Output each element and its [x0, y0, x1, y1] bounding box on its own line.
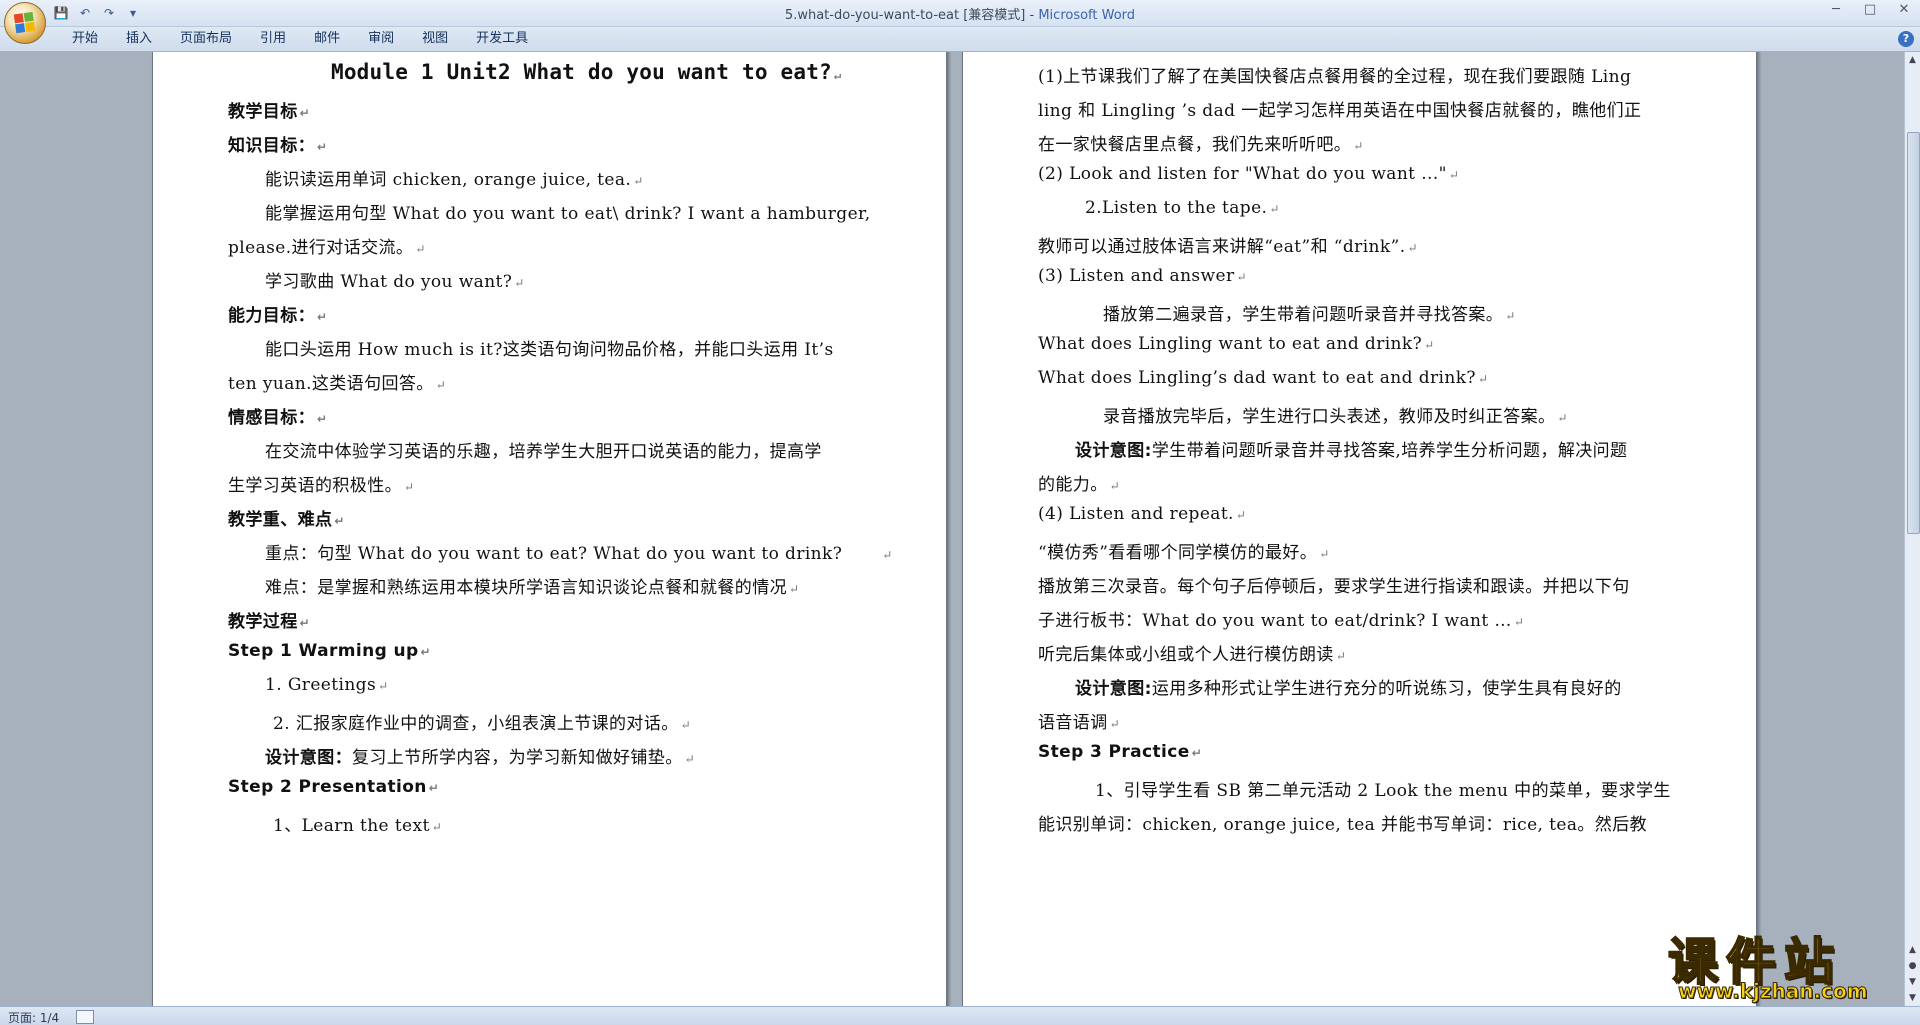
paragraph-line: What does Lingling’s dad want to eat and…: [1038, 368, 1489, 388]
paragraph-line: 播放第三次录音。每个句子后停顿后，要求学生进行指读和跟读。并把以下句: [1038, 577, 1630, 597]
paragraph-line: please.进行对话交流。 ↵: [228, 238, 426, 258]
ribbon-tabs: 开始 插入 页面布局 引用 邮件 审阅 视图 开发工具: [58, 30, 542, 48]
heading-step-3: Step 3 Practice ↵: [1038, 742, 1203, 762]
office-logo-icon: [13, 11, 37, 35]
tab-references[interactable]: 引用: [246, 30, 300, 48]
paragraph-line: (4) Listen and repeat. ↵: [1038, 504, 1247, 524]
watermark-url: www.kjzhan.com: [1678, 979, 1869, 1004]
paragraph-line: 教师可以通过肢体语言来讲解“eat”和 “drink”. ↵: [1038, 237, 1418, 257]
save-button[interactable]: 💾: [52, 4, 70, 22]
paragraph-line: 1、引导学生看 SB 第二单元活动 2 Look the menu 中的菜单，要…: [1095, 781, 1671, 801]
heading-key-points: 教学重、难点 ↵: [228, 510, 345, 530]
tab-mailings[interactable]: 邮件: [300, 30, 354, 48]
quick-access-toolbar: 💾 ↶ ↷ ▾: [52, 3, 142, 23]
paragraph-line: What does Lingling want to eat and drink…: [1038, 334, 1435, 354]
ribbon-tab-bar: 开始 插入 页面布局 引用 邮件 审阅 视图 开发工具 ?: [0, 27, 1920, 52]
paragraph-line: 2.Listen to the tape. ↵: [1085, 198, 1280, 218]
proofing-icon[interactable]: [76, 1010, 94, 1024]
paragraph-line: 在交流中体验学习英语的乐趣，培养学生大胆开口说英语的能力，提高学: [265, 442, 822, 462]
paragraph-line: ten yuan.这类语句回答。 ↵: [228, 374, 447, 394]
heading-step-1: Step 1 Warming up ↵: [228, 641, 432, 661]
document-workspace: Module 1 Unit2 What do you want to eat? ↵…: [0, 52, 1905, 1006]
paragraph-line: 播放第二遍录音，学生带着问题听录音并寻找答案。 ↵: [1103, 305, 1516, 325]
browse-object-icon[interactable]: ●: [1905, 958, 1920, 974]
design-intent-line: 设计意图：复习上节所学内容，为学习新知做好铺垫。 ↵: [265, 748, 696, 768]
help-icon[interactable]: ?: [1898, 31, 1914, 47]
site-watermark: 课件站 www.kjzhan.com: [1660, 922, 1900, 1004]
customize-qat-button[interactable]: ▾: [124, 4, 142, 22]
paragraph-line: 生学习英语的积极性。 ↵: [228, 476, 415, 496]
title-bar: 5.what-do-you-want-to-eat [兼容模式] - Micro…: [0, 0, 1920, 27]
paragraph-line: 语音语调 ↵: [1038, 713, 1121, 733]
heading-emotion-goals: 情感目标： ↵: [228, 408, 328, 428]
tab-view[interactable]: 视图: [408, 30, 462, 48]
paragraph-line: 能掌握运用句型 What do you want to eat\ drink? …: [265, 204, 871, 224]
heading-ability-goals: 能力目标： ↵: [228, 306, 328, 326]
tab-developer[interactable]: 开发工具: [462, 30, 542, 48]
tab-page-layout[interactable]: 页面布局: [166, 30, 246, 48]
document-page-2[interactable]: (1)上节课我们了解了在美国快餐店点餐用餐的全过程，现在我们要跟随 Ling l…: [962, 52, 1757, 1006]
heading-teaching-process: 教学过程 ↵: [228, 612, 311, 632]
scrollbar-thumb[interactable]: [1907, 132, 1920, 534]
paragraph-line: 能识读运用单词 chicken, orange juice, tea. ↵: [265, 170, 644, 190]
paragraph-line: 听完后集体或小组或个人进行模仿朗读 ↵: [1038, 645, 1347, 665]
list-item: 2. 汇报家庭作业中的调查，小组表演上节课的对话。 ↵: [273, 714, 692, 734]
paragraph-line: 在一家快餐店里点餐，我们先来听听吧。 ↵: [1038, 135, 1364, 155]
document-name: 5.what-do-you-want-to-eat [兼容模式] -: [784, 8, 1039, 23]
paragraph-line: 子进行板书：What do you want to eat/drink? I w…: [1038, 611, 1525, 631]
document-title: Module 1 Unit2 What do you want to eat? ↵: [331, 60, 842, 84]
paragraph-line: 学习歌曲 What do you want? ↵: [265, 272, 525, 292]
next-page-icon[interactable]: ▼: [1905, 974, 1920, 990]
close-button[interactable]: ✕: [1896, 2, 1912, 17]
scroll-down-icon[interactable]: ▼: [1905, 990, 1920, 1006]
heading-teaching-goals: 教学目标 ↵: [228, 102, 311, 122]
status-bar: 页面: 1/4: [0, 1006, 1920, 1025]
minimize-button[interactable]: ─: [1828, 2, 1844, 17]
page-count-status[interactable]: 页面: 1/4: [8, 1009, 59, 1025]
paragraph-line: “模仿秀”看看哪个同学模仿的最好。 ↵: [1038, 543, 1330, 563]
previous-page-icon[interactable]: ▲: [1905, 942, 1920, 958]
word-window: 5.what-do-you-want-to-eat [兼容模式] - Micro…: [0, 0, 1920, 1025]
design-intent-line: 设计意图:学生带着问题听录音并寻找答案,培养学生分析问题，解决问题: [1075, 441, 1628, 461]
paragraph-line: 能识别单词：chicken, orange juice, tea 并能书写单词：…: [1038, 815, 1647, 835]
paragraph-line: 难点：是掌握和熟练运用本模块所学语言知识谈论点餐和就餐的情况 ↵: [265, 578, 800, 598]
scroll-up-icon[interactable]: ▲: [1905, 52, 1920, 68]
paragraph-line: 的能力。 ↵: [1038, 475, 1121, 495]
design-intent-line: 设计意图:运用多种形式让学生进行充分的听说练习，使学生具有良好的: [1075, 679, 1622, 699]
vertical-scrollbar[interactable]: ▲ ▲ ● ▼ ▼: [1904, 52, 1920, 1006]
paragraph-line: 录音播放完毕后，学生进行口头表述，教师及时纠正答案。 ↵: [1103, 407, 1568, 427]
window-controls: ─ □ ✕: [1828, 2, 1912, 17]
tab-home[interactable]: 开始: [58, 30, 112, 48]
app-name: Microsoft Word: [1038, 8, 1136, 23]
list-item: 1、Learn the text ↵: [273, 816, 443, 836]
heading-step-2: Step 2 Presentation ↵: [228, 777, 440, 797]
list-item: 1. Greetings ↵: [265, 675, 389, 695]
tab-review[interactable]: 审阅: [354, 30, 408, 48]
paragraph-line: (1)上节课我们了解了在美国快餐店点餐用餐的全过程，现在我们要跟随 Ling: [1038, 67, 1632, 87]
paragraph-line: (3) Listen and answer ↵: [1038, 266, 1247, 286]
redo-button[interactable]: ↷: [100, 4, 118, 22]
document-page-1[interactable]: Module 1 Unit2 What do you want to eat? ↵…: [152, 52, 947, 1006]
paragraph-line: ling 和 Lingling ’s dad 一起学习怎样用英语在中国快餐店就餐…: [1038, 101, 1642, 121]
undo-button[interactable]: ↶: [76, 4, 94, 22]
tab-insert[interactable]: 插入: [112, 30, 166, 48]
paragraph-line: 重点：句型 What do you want to eat? What do y…: [265, 544, 893, 564]
heading-knowledge-goals: 知识目标： ↵: [228, 136, 328, 156]
window-title: 5.what-do-you-want-to-eat [兼容模式] - Micro…: [0, 4, 1920, 23]
office-button[interactable]: [4, 2, 46, 44]
maximize-button[interactable]: □: [1862, 2, 1878, 17]
paragraph-line: 能口头运用 How much is it?这类语句询问物品价格，并能口头运用 I…: [265, 340, 834, 360]
paragraph-line: (2) Look and listen for "What do you wan…: [1038, 164, 1460, 184]
